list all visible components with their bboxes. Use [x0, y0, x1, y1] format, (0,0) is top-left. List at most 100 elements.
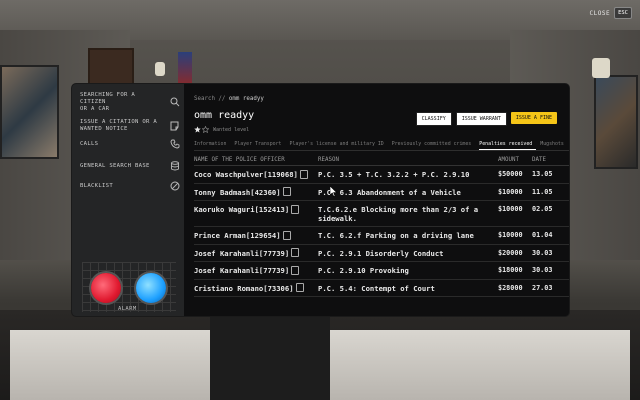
wanted-level-rating: Wanted level [194, 126, 249, 133]
date-cell: 02.05 [532, 200, 569, 227]
database-icon [170, 161, 180, 171]
amount-cell: $18000 [498, 261, 532, 280]
action-buttons: CLASSIFY ISSUE WARRANT ISSUE A FINE [415, 112, 557, 126]
date-cell: 01.04 [532, 226, 569, 245]
officer-name: Cristiano Romano[73306] [194, 283, 294, 293]
sidebar-item-label: ISSUE A CITATION OR A WANTED NOTICE [80, 119, 158, 132]
column-header-officer: NAME OF THE POLICE OFFICER [194, 154, 318, 166]
sidebar-item-label: CALLS [80, 140, 99, 147]
penalties-table: NAME OF THE POLICE OFFICER REASON AMOUNT… [194, 154, 569, 297]
breadcrumb-root[interactable]: Search // [194, 96, 225, 102]
amount-cell: $10000 [498, 200, 532, 227]
reason-cell: P.C. 2.9.10 Provoking [318, 261, 498, 280]
date-cell: 13.05 [532, 165, 569, 184]
copy-icon[interactable] [282, 230, 291, 240]
tab-information[interactable]: Information [194, 140, 230, 150]
table-row: Kaoruko Waguri[152413] T.C.6.2.e Blockin… [194, 200, 569, 227]
page-title: omm readyy [194, 110, 255, 121]
reason-cell: P.C. 2.9.1 Disorderly Conduct [318, 244, 498, 262]
close-control[interactable]: CLOSE ESC [590, 7, 632, 19]
note-icon [170, 121, 180, 131]
classify-button[interactable]: CLASSIFY [415, 112, 452, 126]
amount-cell: $28000 [498, 279, 532, 297]
officer-cell: Cristiano Romano[73306] [194, 279, 318, 297]
copy-icon[interactable] [282, 187, 291, 196]
copy-icon[interactable] [291, 265, 300, 275]
sidebar: SEARCHING FOR A CITIZEN OR A CAR ISSUE A… [72, 84, 184, 316]
amount-cell: $50000 [498, 165, 532, 184]
esc-key-badge[interactable]: ESC [614, 7, 632, 19]
sidebar-item-label: BLACKLIST [80, 182, 114, 189]
officer-cell: Tonny Badmash[42360] [194, 183, 318, 201]
amount-cell: $10000 [498, 183, 532, 201]
copy-icon[interactable] [295, 283, 304, 292]
officer-cell: Coco Waschpulver[119068] [194, 165, 318, 184]
amount-cell: $20000 [498, 244, 532, 262]
tab-previous-crimes[interactable]: Previously committed crimes [392, 140, 476, 150]
date-cell: 30.03 [532, 244, 569, 262]
issue-fine-button[interactable]: ISSUE A FINE [510, 112, 557, 124]
sidebar-item-label: SEARCHING FOR A CITIZEN OR A CAR [80, 91, 136, 112]
tab-bar: Information Player Transport Player's li… [194, 140, 569, 151]
table-row: Josef Karahanli[77739] P.C. 2.9.1 Disord… [194, 244, 569, 262]
sidebar-item-calls[interactable]: CALLS [80, 132, 180, 156]
star-filled-icon [194, 126, 201, 133]
police-tablet: SEARCHING FOR A CITIZEN OR A CAR ISSUE A… [72, 84, 569, 316]
officer-cell: Josef Karahanli[77739] [194, 261, 318, 280]
tab-license-military-id[interactable]: Player's license and military ID [290, 140, 388, 150]
copy-icon[interactable] [299, 169, 308, 179]
red-alarm-button[interactable] [91, 273, 121, 303]
search-icon [170, 97, 180, 107]
table-row: Cristiano Romano[73306] P.C. 5.4: Contem… [194, 279, 569, 297]
officer-name: Kaoruko Waguri[152413] [194, 205, 290, 214]
copy-icon[interactable] [291, 248, 300, 257]
tab-mugshots[interactable]: Mugshots [540, 140, 568, 150]
officer-name: Josef Karahanli[77739] [194, 248, 290, 258]
table-row: Coco Waschpulver[119068] P.C. 3.5 + T.C.… [194, 165, 569, 184]
officer-cell: Kaoruko Waguri[152413] [194, 200, 318, 227]
blue-alarm-button[interactable] [136, 273, 166, 303]
wall-lamp-right [592, 58, 610, 78]
breadcrumb: Search // omm readyy [194, 96, 264, 102]
officer-name: Tonny Badmash[42360] [194, 187, 281, 197]
officer-name: Coco Waschpulver[119068] [194, 170, 298, 179]
tab-player-transport[interactable]: Player Transport [234, 140, 285, 150]
table-row: Prince Arman[129654] T.C. 6.2.f Parking … [194, 226, 569, 245]
sidebar-item-search-citizen[interactable]: SEARCHING FOR A CITIZEN OR A CAR [80, 90, 180, 114]
column-header-amount: AMOUNT [498, 154, 532, 166]
painting-left [0, 65, 59, 159]
alarm-label: ALARM [118, 306, 137, 312]
breadcrumb-current: omm readyy [228, 96, 264, 102]
officer-cell: Josef Karahanli[77739] [194, 244, 318, 262]
close-label[interactable]: CLOSE [590, 10, 611, 17]
reason-cell: P.C. 5.4: Contempt of Court [318, 279, 498, 297]
column-header-date: DATE [532, 154, 569, 166]
officer-name: Josef Karahanli[77739] [194, 266, 290, 275]
issue-warrant-button[interactable]: ISSUE WARRANT [455, 112, 507, 126]
table-row: Tonny Badmash[42360] P.C. 6.3 Abandonmen… [194, 183, 569, 201]
wanted-level-label: Wanted level [213, 126, 250, 133]
reason-cell: P.C. 6.3 Abandonment of a Vehicle [318, 183, 498, 201]
ban-icon [170, 181, 180, 191]
sidebar-item-label: GENERAL SEARCH BASE [80, 162, 150, 169]
sidebar-item-blacklist[interactable]: BLACKLIST [80, 174, 180, 198]
painting-right [594, 75, 638, 169]
table-row: Josef Karahanli[77739] P.C. 2.9.10 Provo… [194, 261, 569, 280]
tab-penalties-received[interactable]: Penalties received [479, 140, 537, 150]
copy-icon[interactable] [291, 204, 300, 214]
star-outline-icon [202, 126, 209, 133]
date-cell: 30.03 [532, 261, 569, 280]
reason-cell: T.C.6.2.e Blocking more than 2/3 of a si… [318, 200, 498, 227]
phone-icon [170, 139, 180, 149]
reason-cell: P.C. 3.5 + T.C. 3.2.2 + P.C. 2.9.10 [318, 165, 498, 184]
amount-cell: $10000 [498, 226, 532, 245]
main-panel: Search // omm readyy omm readyy Wanted l… [194, 84, 569, 316]
column-header-reason: REASON [318, 154, 498, 166]
officer-cell: Prince Arman[129654] [194, 226, 318, 245]
date-cell: 27.03 [532, 279, 569, 297]
reason-cell: T.C. 6.2.f Parking on a driving lane [318, 226, 498, 245]
officer-name: Prince Arman[129654] [194, 231, 281, 240]
table-header-row: NAME OF THE POLICE OFFICER REASON AMOUNT… [194, 154, 569, 166]
flag [178, 52, 192, 86]
wall-lamp-left [155, 62, 165, 76]
